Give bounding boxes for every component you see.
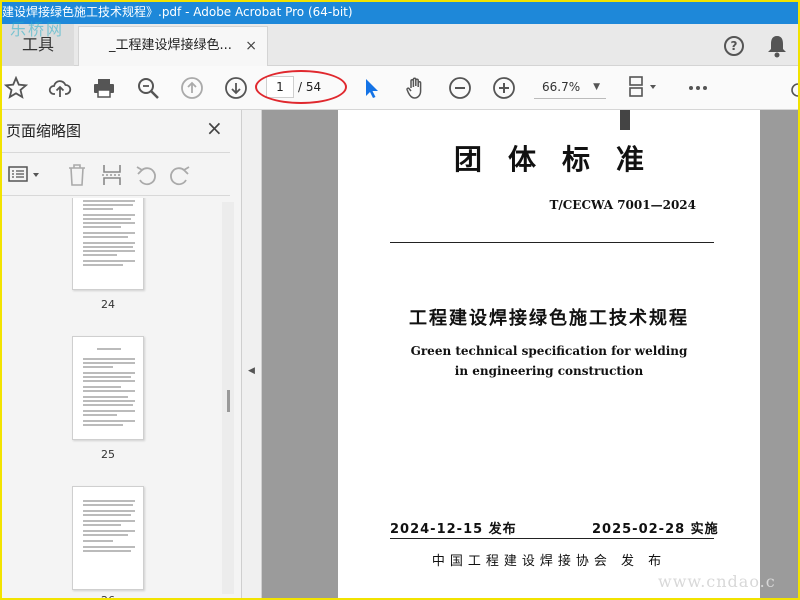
more-options-icon[interactable] (686, 76, 710, 100)
zoom-level-value: 66.7% (542, 80, 581, 94)
publisher: 中国工程建设焊接协会 发 布 (431, 554, 667, 569)
thumbnail-options-icon[interactable] (8, 165, 42, 185)
page-thumbnail-24[interactable] (72, 198, 144, 290)
tab-bar: 工具 _工程建设焊接绿色... × ? (2, 24, 798, 66)
rotate-right-icon[interactable] (168, 163, 192, 187)
next-page-icon[interactable] (224, 76, 248, 100)
standard-type-heading: 团体标准 (453, 143, 670, 176)
thumbnail-panel: 页面缩略图 × 24 25 (2, 110, 242, 598)
page-display-icon[interactable] (628, 76, 662, 100)
window-title: 建设焊接绿色施工技术规程》.pdf - Adobe Acrobat Pro (6… (2, 2, 798, 24)
hand-tool-icon[interactable] (404, 76, 428, 100)
issue-date: 2024-12-15 发布 (390, 522, 517, 537)
footer-rule (390, 538, 714, 539)
header-rule (390, 242, 714, 243)
rotate-left-icon[interactable] (134, 163, 158, 187)
tab-document-label: _工程建设焊接绿色... (109, 38, 232, 53)
collapse-left-icon[interactable]: ◀ (248, 366, 255, 376)
zoom-search-icon[interactable] (136, 76, 160, 100)
document-viewport[interactable]: 团体标准 T/CECWA 7001—2024 工程建设焊接绿色施工技术规程 Gr… (262, 110, 798, 598)
panel-resize-handle[interactable] (227, 390, 230, 412)
zoom-in-icon[interactable] (492, 76, 516, 100)
bookmark-star-icon[interactable] (4, 76, 28, 100)
page-thumbnail-25[interactable] (72, 336, 144, 440)
page-number-input[interactable]: 1 (266, 76, 294, 98)
watermark-top-left: 乐桥网 (10, 20, 65, 39)
previous-page-icon[interactable] (180, 76, 204, 100)
chevron-down-icon: ▼ (593, 82, 600, 92)
zoom-level-select[interactable]: 66.7% ▼ (534, 75, 606, 99)
thumbnail-label: 24 (101, 298, 115, 311)
overflow-tool-icon[interactable] (788, 76, 798, 100)
zoom-out-icon[interactable] (448, 76, 472, 100)
notification-bell-icon[interactable] (766, 34, 788, 58)
close-panel-icon[interactable]: × (206, 116, 223, 140)
panel-collapse-strip[interactable]: ◀ (242, 110, 262, 598)
page-marker (620, 110, 630, 130)
page-thumbnail-26[interactable] (72, 486, 144, 590)
thumbnail-label: 26 (72, 594, 144, 598)
document-title-cn: 工程建设焊接绿色施工技术规程 (409, 308, 689, 329)
standard-code: T/CECWA 7001—2024 (549, 198, 696, 212)
main-toolbar: 1 / 54 66.7% ▼ (2, 66, 798, 110)
split-page-icon[interactable] (100, 163, 124, 187)
tab-document[interactable]: _工程建设焊接绿色... × (78, 26, 268, 66)
thumbnail-label: 25 (101, 448, 115, 461)
help-icon[interactable]: ? (724, 36, 744, 56)
thumbnail-panel-title: 页面缩略图 (6, 122, 82, 140)
acrobat-window: 建设焊接绿色施工技术规程》.pdf - Adobe Acrobat Pro (6… (2, 2, 798, 598)
thumbnail-text-lines (83, 348, 135, 426)
effective-date: 2025-02-28 实施 (592, 522, 719, 537)
select-tool-icon[interactable] (360, 76, 384, 100)
cloud-upload-icon[interactable] (48, 76, 72, 100)
thumbnail-list: 24 25 26 (2, 198, 238, 598)
watermark-bottom-right: www.cndao.c (658, 572, 776, 591)
thumbnail-toolbar (2, 152, 230, 196)
print-icon[interactable] (92, 76, 116, 100)
page-total: / 54 (298, 80, 322, 94)
tab-close-icon[interactable]: × (245, 27, 257, 65)
document-title-en-line2: in engineering construction (454, 364, 644, 378)
thumbnail-text-lines (83, 200, 135, 266)
document-title-en-line1: Green technical specification for weldin… (410, 344, 688, 358)
pdf-page: 团体标准 T/CECWA 7001—2024 工程建设焊接绿色施工技术规程 Gr… (338, 110, 760, 598)
delete-page-icon[interactable] (66, 163, 88, 187)
thumbnail-text-lines (83, 500, 135, 552)
